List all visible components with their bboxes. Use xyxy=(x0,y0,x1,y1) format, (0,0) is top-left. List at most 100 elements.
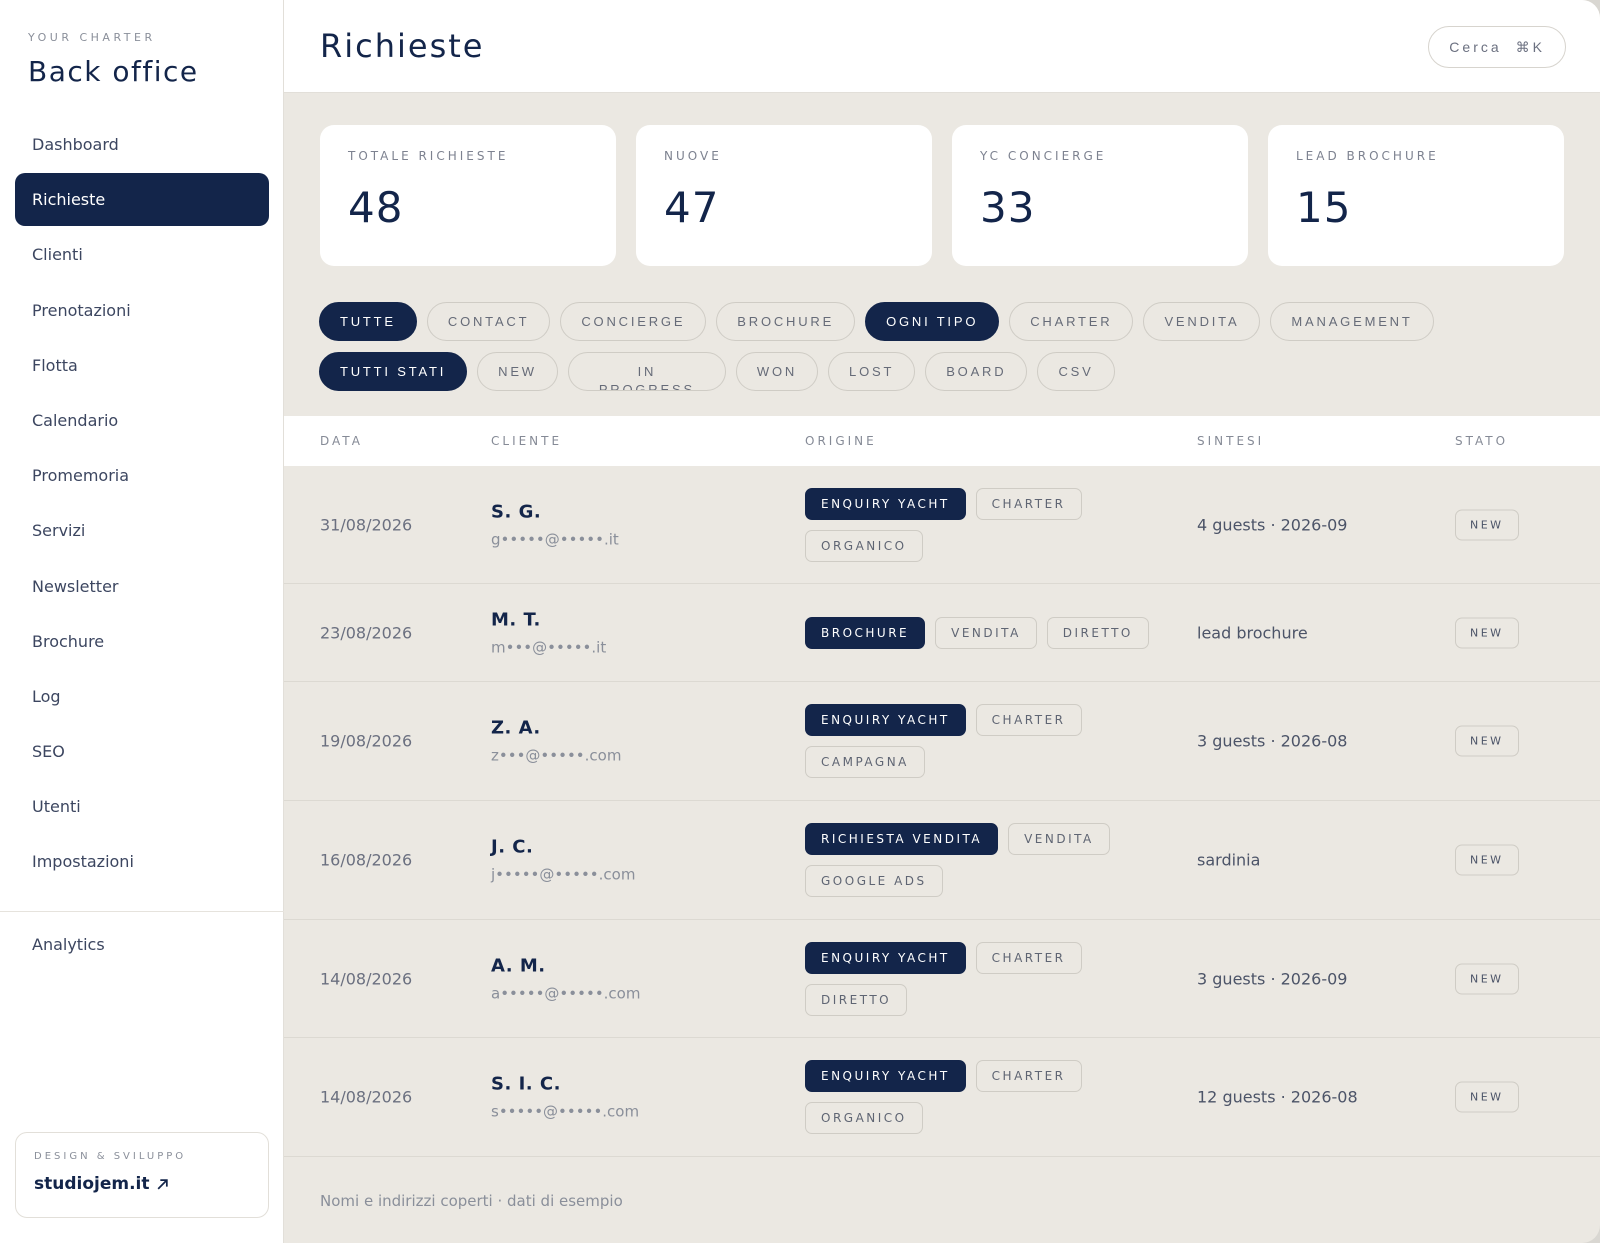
row-origin-tags: ENQUIRY YACHT CHARTER DIRETTO xyxy=(805,941,1165,1016)
search-shortcut: ⌘K xyxy=(1515,38,1545,55)
row-status: NEW xyxy=(1455,617,1519,648)
app-window: YOUR CHARTER Back office Dashboard Richie… xyxy=(0,0,1600,1243)
sidebar-item-utenti[interactable]: Utenti xyxy=(15,780,269,833)
origin-tag: CHARTER xyxy=(975,704,1082,736)
row-status: NEW xyxy=(1455,1081,1519,1113)
stat-value: 47 xyxy=(664,183,720,232)
origin-tag: GOOGLE ADS xyxy=(805,865,943,897)
row-client: S. G. g•••••@•••••.it xyxy=(491,501,619,548)
brand-title: Back office xyxy=(28,55,199,88)
sidebar-item-servizi[interactable]: Servizi xyxy=(15,504,269,557)
sidebar-item-promemoria[interactable]: Promemoria xyxy=(15,449,269,502)
status-badge[interactable]: NEW xyxy=(1455,1081,1519,1113)
status-badge[interactable]: NEW xyxy=(1455,844,1519,876)
client-name: Z. A. xyxy=(491,717,541,739)
stat-label: NUOVE xyxy=(664,149,722,163)
origin-tag: CHARTER xyxy=(975,487,1082,520)
filter-chip-contact[interactable]: CONTACT xyxy=(426,302,551,341)
sidebar-nav-extra: Analytics xyxy=(15,918,269,973)
origin-tag: DIRETTO xyxy=(805,983,908,1016)
nav-divider xyxy=(0,911,284,912)
row-date: 14/08/2026 xyxy=(320,969,413,988)
client-email: z•••@•••••.com xyxy=(491,746,622,765)
sidebar-nav: Dashboard Richieste Clienti Prenotazioni Flo… xyxy=(15,118,269,891)
filter-chip-concierge[interactable]: CONCIERGE xyxy=(560,302,707,341)
sidebar-item-prenotazioni[interactable]: Prenotazioni xyxy=(15,284,269,337)
filter-chip-in-progress[interactable]: IN PROGRESS xyxy=(567,352,726,391)
sidebar-item-impostazioni[interactable]: Impostazioni xyxy=(15,835,269,888)
row-client: J. C. j•••••@•••••.com xyxy=(491,837,635,884)
table-row[interactable]: 19/08/2026 Z. A. z•••@•••••.com ENQUIRY YAC… xyxy=(284,682,1600,801)
table-row[interactable]: 14/08/2026 A. M. a•••••@•••••.com ENQUIRY Y… xyxy=(284,920,1600,1038)
credit-kicker: DESIGN & SVILUPPO xyxy=(34,1151,187,1162)
filter-chip-brochure[interactable]: BROCHURE xyxy=(716,302,856,341)
row-status: NEW xyxy=(1455,725,1519,757)
row-date: 31/08/2026 xyxy=(320,515,413,534)
origin-tag: ENQUIRY YACHT xyxy=(805,941,966,974)
table-body: 31/08/2026 S. G. g•••••@•••••.it ENQUIRY YA… xyxy=(284,466,1600,1157)
search-button[interactable]: Cerca ⌘K xyxy=(1428,26,1566,68)
sidebar: YOUR CHARTER Back office Dashboard Richie… xyxy=(0,0,284,1243)
sidebar-item-log[interactable]: Log xyxy=(15,670,269,723)
filter-chip-vendita[interactable]: VENDITA xyxy=(1143,302,1261,341)
filter-chip-charter[interactable]: CHARTER xyxy=(1009,302,1134,341)
row-summary: 3 guests · 2026-08 xyxy=(1197,731,1348,751)
origin-tag: CHARTER xyxy=(975,941,1082,974)
client-name: A. M. xyxy=(491,955,546,976)
credit-link-label: studiojem.it xyxy=(34,1174,150,1194)
row-summary: lead brochure xyxy=(1197,623,1308,642)
status-badge[interactable]: NEW xyxy=(1455,725,1519,757)
stats-row: TOTALE RICHIESTE 48 NUOVE 47 YC CONCIERGE 33 L… xyxy=(320,125,1564,266)
status-badge[interactable]: NEW xyxy=(1455,617,1519,648)
origin-tag: RICHIESTA VENDITA xyxy=(805,823,999,855)
external-link-icon xyxy=(157,1178,168,1189)
client-email: j•••••@•••••.com xyxy=(491,865,636,884)
sidebar-item-brochure[interactable]: Brochure xyxy=(15,615,269,668)
origin-tag: ORGANICO xyxy=(805,529,923,562)
column-header-status: STATO xyxy=(1455,434,1509,448)
table-row[interactable]: 23/08/2026 M. T. m•••@•••••.it BROCHURE VEND… xyxy=(284,584,1600,682)
filter-chip-board[interactable]: BOARD xyxy=(925,352,1028,391)
sidebar-item-richieste[interactable]: Richieste xyxy=(15,173,269,227)
table-row[interactable]: 14/08/2026 S. I. C. s•••••@•••••.com ENQUIR… xyxy=(284,1038,1600,1157)
table-row[interactable]: 31/08/2026 S. G. g•••••@•••••.it ENQUIRY YA… xyxy=(284,466,1600,584)
row-status: NEW xyxy=(1455,509,1519,540)
requests-table: DATA CLIENTE ORIGINE SINTESI STATO 31/08/202… xyxy=(284,416,1600,1157)
credit-link[interactable]: studiojem.it xyxy=(34,1174,250,1194)
stat-card: NUOVE 47 xyxy=(636,125,932,266)
filter-chip-csv[interactable]: CSV xyxy=(1037,352,1115,391)
status-badge[interactable]: NEW xyxy=(1455,963,1519,994)
table-row[interactable]: 16/08/2026 J. C. j•••••@•••••.com RICHIESTA… xyxy=(284,801,1600,920)
filter-chip-tutte[interactable]: TUTTE xyxy=(319,302,417,341)
filter-chip-new[interactable]: NEW xyxy=(477,352,558,391)
client-name: S. I. C. xyxy=(491,1073,561,1095)
footnote: Nomi e indirizzi coperti · dati di esemp… xyxy=(320,1192,623,1210)
sidebar-item-newsletter[interactable]: Newsletter xyxy=(15,560,269,613)
client-name: J. C. xyxy=(491,836,534,858)
sidebar-item-analytics[interactable]: Analytics xyxy=(15,918,269,971)
filter-chip-management[interactable]: MANAGEMENT xyxy=(1270,302,1434,341)
client-name: M. T. xyxy=(491,609,541,630)
column-header-summary: SINTESI xyxy=(1197,434,1265,448)
row-date: 14/08/2026 xyxy=(320,1087,413,1107)
row-origin-tags: ENQUIRY YACHT CHARTER ORGANICO xyxy=(805,487,1165,562)
filter-chip-tutti-stati[interactable]: TUTTI STATI xyxy=(319,352,468,391)
status-badge[interactable]: NEW xyxy=(1455,509,1519,540)
sidebar-item-clienti[interactable]: Clienti xyxy=(15,228,269,281)
sidebar-item-calendario[interactable]: Calendario xyxy=(15,394,269,447)
row-summary: sardinia xyxy=(1197,850,1261,870)
main-content: Richieste Cerca ⌘K TOTALE RICHIESTE 48 NUO… xyxy=(284,0,1600,1243)
sidebar-item-dashboard[interactable]: Dashboard xyxy=(15,118,269,171)
filter-chip-ogni-tipo[interactable]: OGNI TIPO xyxy=(865,302,1000,341)
row-status: NEW xyxy=(1455,963,1519,994)
sidebar-item-flotta[interactable]: Flotta xyxy=(15,339,269,392)
client-email: g•••••@•••••.it xyxy=(491,530,619,548)
stat-value: 15 xyxy=(1296,183,1352,232)
stat-label: TOTALE RICHIESTE xyxy=(348,149,509,163)
filter-chip-won[interactable]: WON xyxy=(735,352,819,391)
table-header: DATA CLIENTE ORIGINE SINTESI STATO xyxy=(284,416,1600,466)
filter-chip-lost[interactable]: LOST xyxy=(828,352,916,391)
stat-label: LEAD BROCHURE xyxy=(1296,149,1439,163)
sidebar-item-seo[interactable]: SEO xyxy=(15,725,269,778)
client-email: m•••@•••••.it xyxy=(491,638,607,656)
